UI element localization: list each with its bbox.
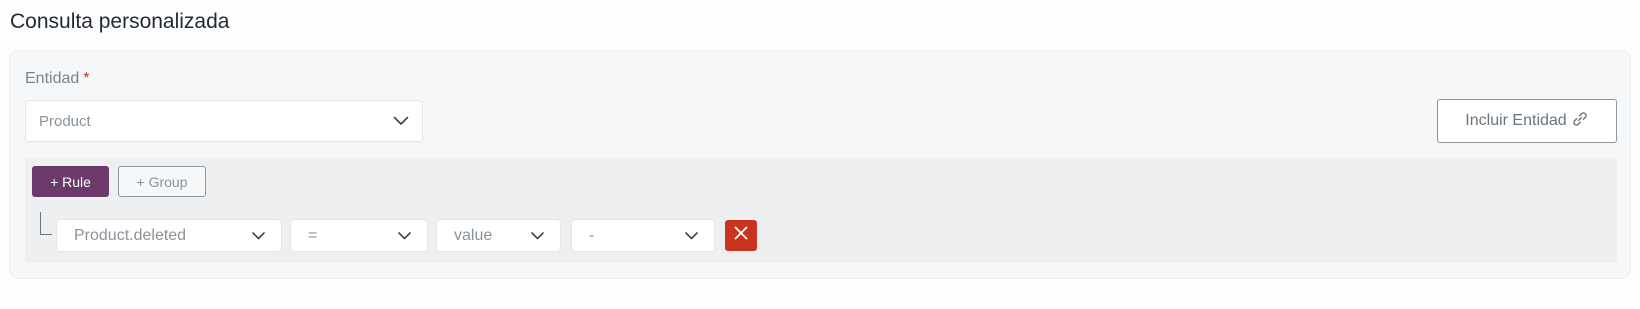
rule-connector-line bbox=[40, 212, 52, 235]
link-icon bbox=[1571, 111, 1589, 132]
entity-select-value: Product bbox=[39, 112, 91, 130]
include-entity-button[interactable]: Incluir Entidad bbox=[1437, 99, 1617, 143]
include-entity-label: Incluir Entidad bbox=[1465, 112, 1567, 129]
entity-label-text: Entidad bbox=[25, 70, 80, 87]
rule-value-type-value: value bbox=[454, 226, 493, 244]
add-rule-button[interactable]: + Rule bbox=[32, 166, 109, 197]
query-card: Entidad * Product Incluir Entidad + Rule … bbox=[9, 50, 1631, 279]
rule-value-type-select[interactable]: value bbox=[436, 219, 561, 252]
rule-value-value: - bbox=[589, 226, 595, 244]
page-title: Consulta personalizada bbox=[10, 10, 230, 33]
rule-field-value: Product.deleted bbox=[74, 226, 187, 244]
rule-value-select[interactable]: - bbox=[571, 219, 715, 252]
rule-field-select[interactable]: Product.deleted bbox=[56, 219, 282, 252]
entity-label: Entidad * bbox=[25, 70, 90, 88]
add-group-button[interactable]: + Group bbox=[118, 166, 206, 197]
entity-select[interactable]: Product bbox=[25, 100, 423, 142]
chevron-down-icon bbox=[249, 227, 267, 245]
required-mark: * bbox=[83, 70, 90, 87]
rule-operator-value: = bbox=[308, 226, 318, 244]
chevron-down-icon bbox=[392, 112, 410, 130]
chevron-down-icon bbox=[395, 227, 413, 245]
chevron-down-icon bbox=[528, 227, 546, 245]
query-builder: + Rule + Group Product.deleted = value - bbox=[25, 158, 1617, 263]
close-icon bbox=[734, 226, 748, 245]
remove-rule-button[interactable] bbox=[725, 220, 757, 251]
chevron-down-icon bbox=[682, 227, 700, 245]
rule-operator-select[interactable]: = bbox=[290, 219, 428, 252]
